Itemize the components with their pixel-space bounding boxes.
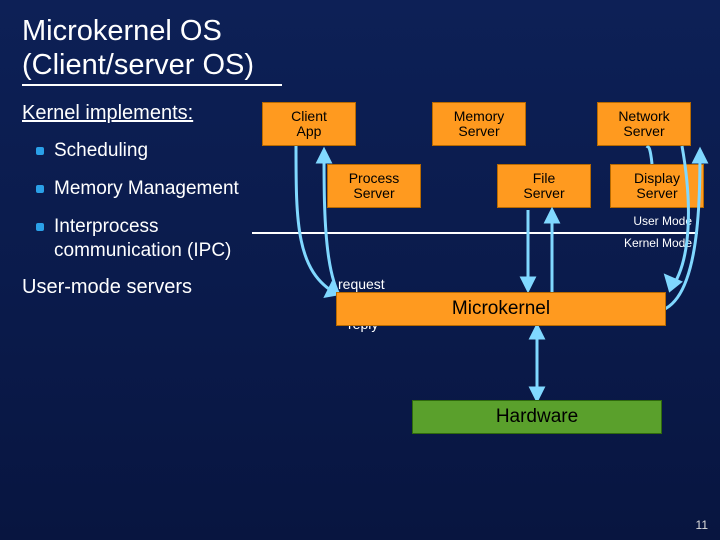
list-item: Interprocess communication (IPC) (36, 215, 242, 263)
list-item: Memory Management (36, 177, 242, 201)
list-item: Scheduling (36, 139, 242, 163)
slide-title-line2: (Client/server OS) (22, 48, 698, 82)
box-microkernel: Microkernel (336, 292, 666, 326)
box-hardware: Hardware (412, 400, 662, 434)
microkernel-text: Microkernel (452, 298, 550, 320)
request-label: request (338, 276, 385, 292)
slide-title-block: Microkernel OS (Client/server OS) (0, 0, 720, 86)
slide-number: 11 (696, 518, 708, 532)
user-mode-servers-label: User-mode servers (22, 276, 242, 299)
kernel-implements-heading: Kernel implements: (22, 102, 242, 125)
diagram-area: Client App Memory Server Network Server … (252, 102, 698, 482)
left-column: Kernel implements: Scheduling Memory Man… (22, 102, 252, 482)
slide-title-line1: Microkernel OS (22, 14, 698, 48)
hardware-text: Hardware (496, 406, 578, 428)
kernel-bullet-list: Scheduling Memory Management Interproces… (36, 139, 242, 262)
